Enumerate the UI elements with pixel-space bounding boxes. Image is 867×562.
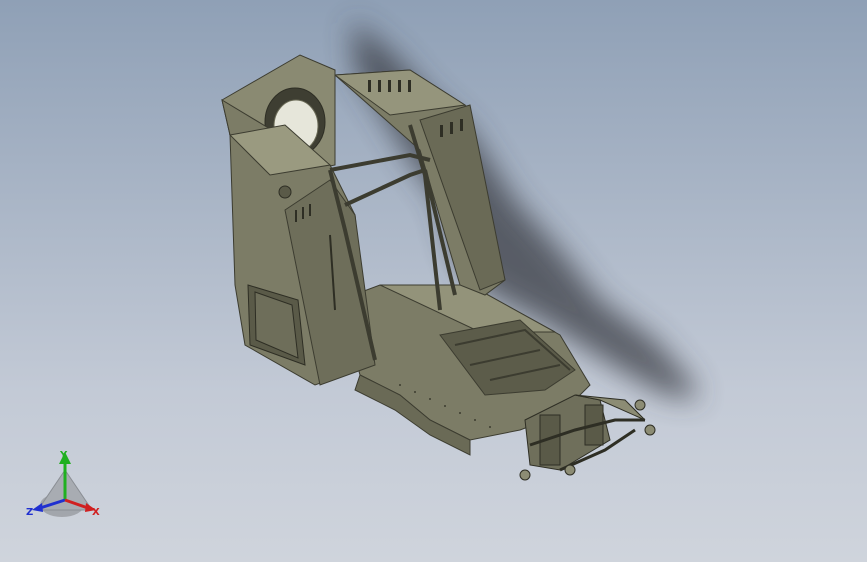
x-axis-label: X	[92, 507, 100, 518]
left-cabinet[interactable]	[221, 54, 376, 386]
orientation-triad[interactable]: Y Z X	[26, 448, 104, 524]
z-axis-label: Z	[26, 507, 33, 518]
cad-model-view[interactable]	[0, 0, 867, 562]
z-axis-head-icon	[32, 503, 43, 512]
y-axis-label: Y	[59, 450, 68, 461]
graphics-viewport[interactable]: Y Z X	[0, 0, 867, 562]
